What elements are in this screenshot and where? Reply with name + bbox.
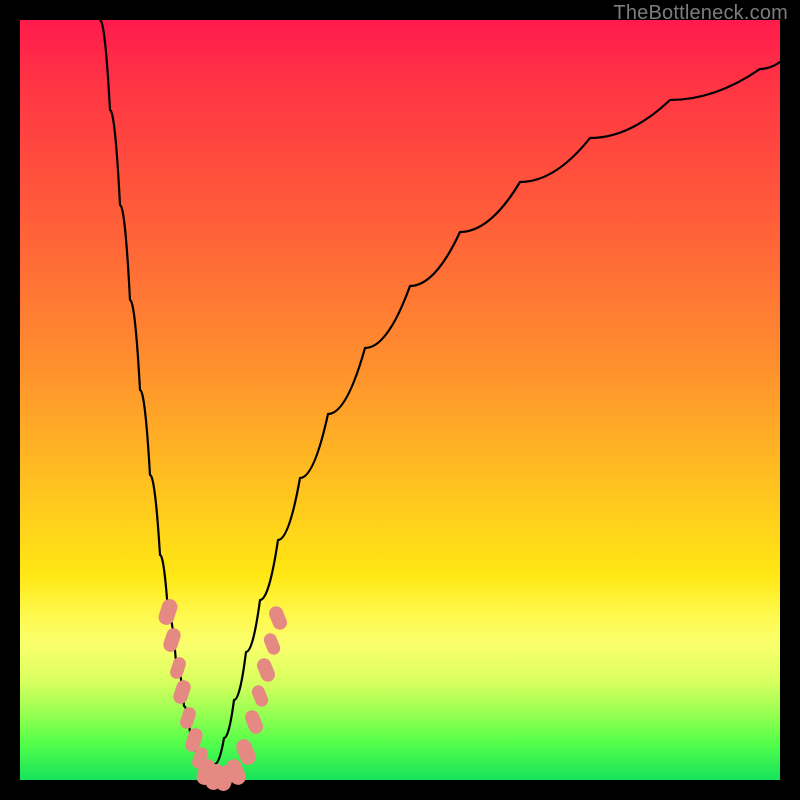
markers-left [157,597,237,793]
data-marker [157,597,180,627]
markers-right [224,604,289,787]
data-marker [178,706,197,731]
chart-frame: TheBottleneck.com [0,0,800,800]
plot-area [20,20,780,780]
data-marker [267,604,289,632]
data-marker [262,631,282,656]
left-curve [100,20,208,780]
data-marker [171,678,192,705]
data-marker [168,656,187,681]
data-marker [243,708,265,736]
curve-layer [20,20,780,780]
right-curve [208,62,780,780]
data-marker [255,656,277,684]
data-marker [250,683,270,708]
watermark-text: TheBottleneck.com [613,2,788,25]
data-marker [161,626,182,653]
